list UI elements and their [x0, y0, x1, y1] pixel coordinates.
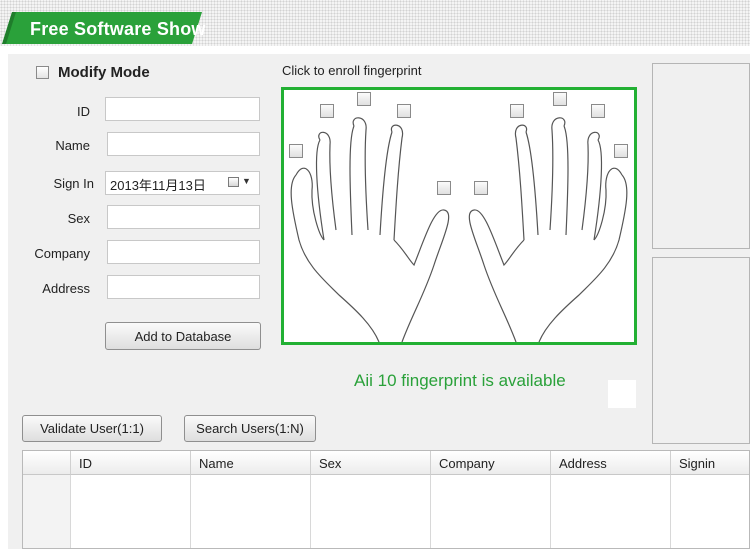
banner: Free Software Show: [0, 0, 750, 46]
finger-left-index-checkbox[interactable]: [397, 104, 411, 118]
table-column: [191, 475, 311, 548]
column-header-address[interactable]: Address: [551, 451, 671, 475]
finger-left-thumb-checkbox[interactable]: [437, 181, 451, 195]
finger-left-ring-checkbox[interactable]: [320, 104, 334, 118]
sign-in-date-value: 2013年11月13日: [110, 178, 206, 193]
fingerprint-panel: [281, 87, 637, 345]
modify-mode-label: Modify Mode: [58, 64, 150, 81]
sign-in-label: Sign In: [53, 176, 94, 191]
app-window: Modify Mode Click to enroll fingerprint …: [8, 54, 750, 549]
banner-title: Free Software Show: [30, 19, 206, 39]
table-column: [671, 475, 749, 548]
finger-right-middle-checkbox[interactable]: [553, 92, 567, 106]
modify-mode-checkbox[interactable]: [36, 66, 49, 79]
hands-outline-icon: [290, 117, 628, 343]
id-field[interactable]: [105, 97, 260, 121]
finger-right-thumb-checkbox[interactable]: [474, 181, 488, 195]
users-table[interactable]: ID Name Sex Company Address Signin: [22, 450, 750, 549]
validate-user-button[interactable]: Validate User(1:1): [22, 415, 162, 442]
table-column: [71, 475, 191, 548]
status-message: Aii 10 fingerprint is available: [354, 371, 566, 390]
name-label: Name: [55, 138, 90, 153]
fingerprint-indicator: [608, 380, 636, 408]
column-header-company[interactable]: Company: [431, 451, 551, 475]
add-to-database-button[interactable]: Add to Database: [105, 322, 261, 350]
finger-right-little-checkbox[interactable]: [614, 144, 628, 158]
address-field[interactable]: [107, 275, 260, 299]
table-column: [431, 475, 551, 548]
column-header-id[interactable]: ID: [71, 451, 191, 475]
name-field[interactable]: [107, 132, 260, 156]
search-users-button[interactable]: Search Users(1:N): [184, 415, 316, 442]
finger-left-middle-checkbox[interactable]: [357, 92, 371, 106]
enroll-hint: Click to enroll fingerprint: [282, 63, 422, 78]
sex-field[interactable]: [107, 205, 260, 229]
column-header-signin[interactable]: Signin: [671, 451, 749, 475]
calendar-icon[interactable]: [228, 177, 239, 187]
finger-left-little-checkbox[interactable]: [289, 144, 303, 158]
row-header-corner: [23, 451, 71, 475]
chevron-down-icon[interactable]: ▼: [242, 176, 251, 186]
sex-label: Sex: [67, 211, 90, 226]
row-header-column: [23, 475, 71, 548]
finger-right-index-checkbox[interactable]: [510, 104, 524, 118]
table-column: [311, 475, 431, 548]
column-header-name[interactable]: Name: [191, 451, 311, 475]
address-label: Address: [42, 281, 90, 296]
company-label: Company: [34, 246, 90, 261]
company-field[interactable]: [107, 240, 260, 264]
id-label: ID: [77, 104, 90, 119]
column-header-sex[interactable]: Sex: [311, 451, 431, 475]
finger-right-ring-checkbox[interactable]: [591, 104, 605, 118]
sign-in-date-field[interactable]: 2013年11月13日 ▼: [105, 171, 260, 195]
fingerprint-preview-panel: [652, 257, 750, 444]
fingerprint-image-panel: [652, 63, 750, 249]
table-column: [551, 475, 671, 548]
